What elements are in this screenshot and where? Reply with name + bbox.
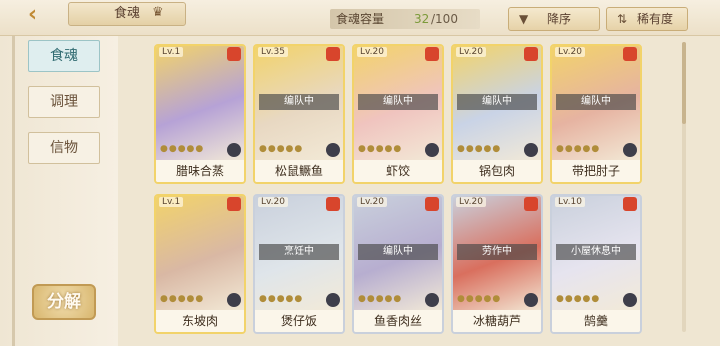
rarity-badge-icon	[326, 47, 340, 61]
card-status: 编队中	[259, 94, 339, 110]
sort-arrows-icon: ⇅	[617, 12, 628, 26]
card-name: 带把肘子	[552, 160, 640, 182]
card-status: 小屋休息中	[556, 244, 636, 260]
rarity-badge-icon	[227, 47, 241, 61]
food-soul-card[interactable]: Lv.20 编队中 ●●●●● 锅包肉	[451, 44, 543, 184]
scrollbar-thumb[interactable]	[682, 42, 686, 124]
card-level: Lv.20	[456, 47, 486, 57]
rarity-badge-icon	[623, 47, 637, 61]
sidebar-rail	[12, 36, 15, 346]
star-rating-icon: ●●●●●	[259, 144, 304, 154]
decompose-button[interactable]: 分解	[32, 284, 96, 320]
rarity-badge-icon	[524, 197, 538, 211]
card-status: 编队中	[358, 244, 438, 260]
element-icon	[227, 143, 241, 157]
card-name: 鹄羹	[552, 310, 640, 332]
capacity-max: /100	[431, 12, 458, 26]
page-title-text: 食魂	[113, 6, 140, 21]
crown-icon: ♛	[152, 5, 164, 20]
rarity-filter-label: 稀有度	[637, 12, 674, 26]
star-rating-icon: ●●●●●	[556, 144, 601, 154]
star-rating-icon: ●●●●●	[457, 144, 502, 154]
element-icon	[524, 143, 538, 157]
card-name: 腊味合蒸	[156, 160, 244, 182]
card-level: Lv.1	[159, 47, 184, 57]
food-soul-grid: Lv.1 ●●●●● 腊味合蒸 Lv.35 编队中 ●●●●● 松鼠鳜鱼 Lv.20 编队中 ●●…	[140, 36, 700, 346]
food-soul-card[interactable]: Lv.35 编队中 ●●●●● 松鼠鳜鱼	[253, 44, 345, 184]
card-name: 松鼠鳜鱼	[255, 160, 343, 182]
star-rating-icon: ●●●●●	[358, 144, 403, 154]
card-level: Lv.35	[258, 47, 288, 57]
decompose-label: 分解	[47, 292, 81, 312]
card-status: 编队中	[556, 94, 636, 110]
card-level: Lv.20	[555, 47, 585, 57]
sort-order-label: 降序	[547, 12, 572, 26]
card-level: Lv.20	[456, 197, 486, 207]
star-rating-icon: ●●●●●	[160, 144, 205, 154]
star-rating-icon: ●●●●●	[556, 294, 601, 304]
rarity-badge-icon	[524, 47, 538, 61]
food-soul-card[interactable]: Lv.10 小屋休息中 ●●●●● 鹄羹	[550, 194, 642, 334]
card-status: 编队中	[358, 94, 438, 110]
rarity-filter-button[interactable]: ⇅ 稀有度	[606, 7, 688, 31]
card-status: 烹饪中	[259, 244, 339, 260]
rarity-badge-icon	[623, 197, 637, 211]
tab-label: 食魂	[50, 48, 78, 64]
card-name: 虾饺	[354, 160, 442, 182]
star-rating-icon: ●●●●●	[259, 294, 304, 304]
rarity-badge-icon	[227, 197, 241, 211]
rarity-badge-icon	[326, 197, 340, 211]
top-bar: ‹ 食魂 ♛ 食魂容量 32 /100 ▼ 降序 ⇅ 稀有度	[0, 0, 720, 36]
card-level: Lv.1	[159, 197, 184, 207]
food-soul-card[interactable]: Lv.20 劳作中 ●●●●● 冰糖葫芦	[451, 194, 543, 334]
rarity-badge-icon	[425, 47, 439, 61]
card-level: Lv.20	[357, 197, 387, 207]
tab-label: 信物	[50, 140, 78, 156]
card-status: 劳作中	[457, 244, 537, 260]
element-icon	[623, 143, 637, 157]
capacity-bar: 食魂容量 32 /100	[330, 9, 480, 29]
card-status: 编队中	[457, 94, 537, 110]
food-soul-card[interactable]: Lv.20 烹饪中 ●●●●● 煲仔饭	[253, 194, 345, 334]
star-rating-icon: ●●●●●	[160, 294, 205, 304]
capacity-current: 32	[414, 12, 430, 26]
tab-tiaoli[interactable]: 调理	[28, 86, 100, 118]
food-soul-card[interactable]: Lv.20 编队中 ●●●●● 虾饺	[352, 44, 444, 184]
card-level: Lv.20	[258, 197, 288, 207]
star-rating-icon: ●●●●●	[358, 294, 403, 304]
element-icon	[227, 293, 241, 307]
food-soul-card[interactable]: Lv.20 编队中 ●●●●● 鱼香肉丝	[352, 194, 444, 334]
card-name: 冰糖葫芦	[453, 310, 541, 332]
element-icon	[425, 293, 439, 307]
element-icon	[425, 143, 439, 157]
capacity-label: 食魂容量	[336, 12, 385, 26]
tab-shihun[interactable]: 食魂	[28, 40, 100, 72]
element-icon	[326, 143, 340, 157]
card-level: Lv.10	[555, 197, 585, 207]
element-icon	[623, 293, 637, 307]
card-level: Lv.20	[357, 47, 387, 57]
element-icon	[524, 293, 538, 307]
back-arrow-icon[interactable]: ‹	[28, 3, 68, 29]
food-soul-card[interactable]: Lv.20 编队中 ●●●●● 带把肘子	[550, 44, 642, 184]
star-rating-icon: ●●●●●	[457, 294, 502, 304]
rarity-badge-icon	[425, 197, 439, 211]
food-soul-card[interactable]: Lv.1 ●●●●● 腊味合蒸	[154, 44, 246, 184]
food-soul-card[interactable]: Lv.1 ●●●●● 东坡肉	[154, 194, 246, 334]
sort-order-button[interactable]: ▼ 降序	[508, 7, 600, 31]
tab-xinwu[interactable]: 信物	[28, 132, 100, 164]
page-title: 食魂	[68, 2, 186, 26]
card-name: 锅包肉	[453, 160, 541, 182]
card-name: 鱼香肉丝	[354, 310, 442, 332]
card-name: 煲仔饭	[255, 310, 343, 332]
element-icon	[326, 293, 340, 307]
card-name: 东坡肉	[156, 310, 244, 332]
triangle-down-icon: ▼	[519, 12, 529, 26]
tab-label: 调理	[50, 94, 78, 110]
